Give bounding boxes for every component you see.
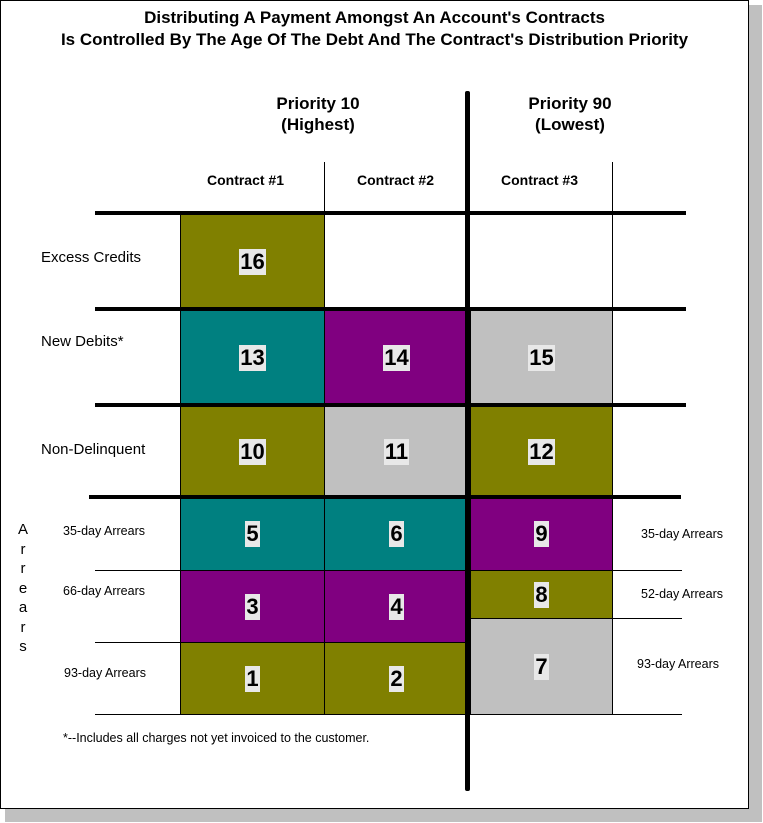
row-divider-thick <box>95 307 686 311</box>
right-arrears-52: 52-day Arrears <box>641 587 723 601</box>
arrears-letter: r <box>20 560 26 577</box>
cell-number: 13 <box>239 344 266 371</box>
grid-line <box>324 213 325 310</box>
contract-3-header: Contract #3 <box>500 172 579 188</box>
cell-number: 15 <box>528 344 555 371</box>
cell-16: 16 <box>180 213 325 310</box>
frame-shadow-bottom <box>5 809 762 822</box>
cell-number: 1 <box>245 665 260 692</box>
cell-10: 10 <box>180 405 325 499</box>
header-divider <box>324 162 325 214</box>
arrears-divider <box>612 570 682 571</box>
left-arrears-93: 93-day Arrears <box>64 666 146 680</box>
cell-1: 1 <box>180 642 325 715</box>
row-divider-thick <box>95 211 686 215</box>
cell-13: 13 <box>180 309 325 406</box>
arrears-letter: r <box>20 540 26 558</box>
arrears-divider <box>95 642 181 643</box>
priority-10-label: Priority 10 <box>276 94 360 113</box>
cell-number: 5 <box>245 521 260 547</box>
arrears-divider <box>95 714 682 715</box>
priority-90-header: Priority 90 (Lowest) <box>470 93 670 135</box>
arrears-vertical-label: A r r e a r s <box>16 520 30 657</box>
row-label-non-delinquent: Non-Delinquent <box>41 441 146 458</box>
priority-10-sub: (Highest) <box>281 115 355 134</box>
cell-6: 6 <box>324 497 469 571</box>
cell-number: 11 <box>383 439 410 465</box>
cell-8: 8 <box>470 570 613 619</box>
left-arrears-66: 66-day Arrears <box>63 584 145 598</box>
cell-number: 12 <box>528 439 555 465</box>
row-label-new-debits: New Debits* <box>41 333 124 350</box>
cell-number: 16 <box>239 248 266 275</box>
priority-90-sub: (Lowest) <box>535 115 605 134</box>
cell-number: 10 <box>239 439 266 465</box>
footnote: *--Includes all charges not yet invoiced… <box>63 731 370 745</box>
cell-number: 8 <box>534 581 549 608</box>
arrears-letter: r <box>20 618 26 636</box>
grid-line <box>612 213 613 310</box>
arrears-divider <box>95 570 181 571</box>
cell-4: 4 <box>324 570 469 643</box>
title-line-1: Distributing A Payment Amongst An Accoun… <box>144 8 605 27</box>
cell-15: 15 <box>470 309 613 406</box>
priority-90-label: Priority 90 <box>528 94 612 113</box>
cell-number: 6 <box>389 521 404 547</box>
cell-9: 9 <box>470 497 613 571</box>
row-divider-thick <box>95 403 686 407</box>
cell-12: 12 <box>470 405 613 499</box>
arrears-letter: A <box>17 521 28 538</box>
arrears-letter: a <box>18 599 28 616</box>
contract-1-header: Contract #1 <box>206 172 285 188</box>
cell-3: 3 <box>180 570 325 643</box>
cell-number: 3 <box>245 593 260 620</box>
cell-number: 2 <box>389 665 404 692</box>
left-arrears-35: 35-day Arrears <box>63 524 145 538</box>
cell-5: 5 <box>180 497 325 571</box>
cell-number: 4 <box>389 593 404 620</box>
arrears-divider <box>612 618 682 619</box>
cell-11: 11 <box>324 405 469 499</box>
cell-2: 2 <box>324 642 469 715</box>
arrears-letter: e <box>18 579 28 597</box>
cell-14: 14 <box>324 309 469 406</box>
cell-7: 7 <box>470 618 613 715</box>
priority-divider <box>465 91 470 791</box>
cell-number: 9 <box>534 521 549 547</box>
cell-number: 7 <box>534 653 549 680</box>
arrears-letter: s <box>19 638 27 655</box>
contract-2-header: Contract #2 <box>356 172 435 188</box>
cell-number: 14 <box>383 344 410 371</box>
row-divider-thick <box>89 495 681 499</box>
priority-10-header: Priority 10 (Highest) <box>218 93 418 135</box>
right-arrears-35: 35-day Arrears <box>641 527 723 541</box>
header-divider <box>612 162 613 214</box>
title-line-2: Is Controlled By The Age Of The Debt And… <box>60 30 689 49</box>
row-label-excess-credits: Excess Credits <box>41 249 142 266</box>
frame-shadow-right <box>749 5 762 822</box>
right-arrears-93: 93-day Arrears <box>637 657 719 671</box>
